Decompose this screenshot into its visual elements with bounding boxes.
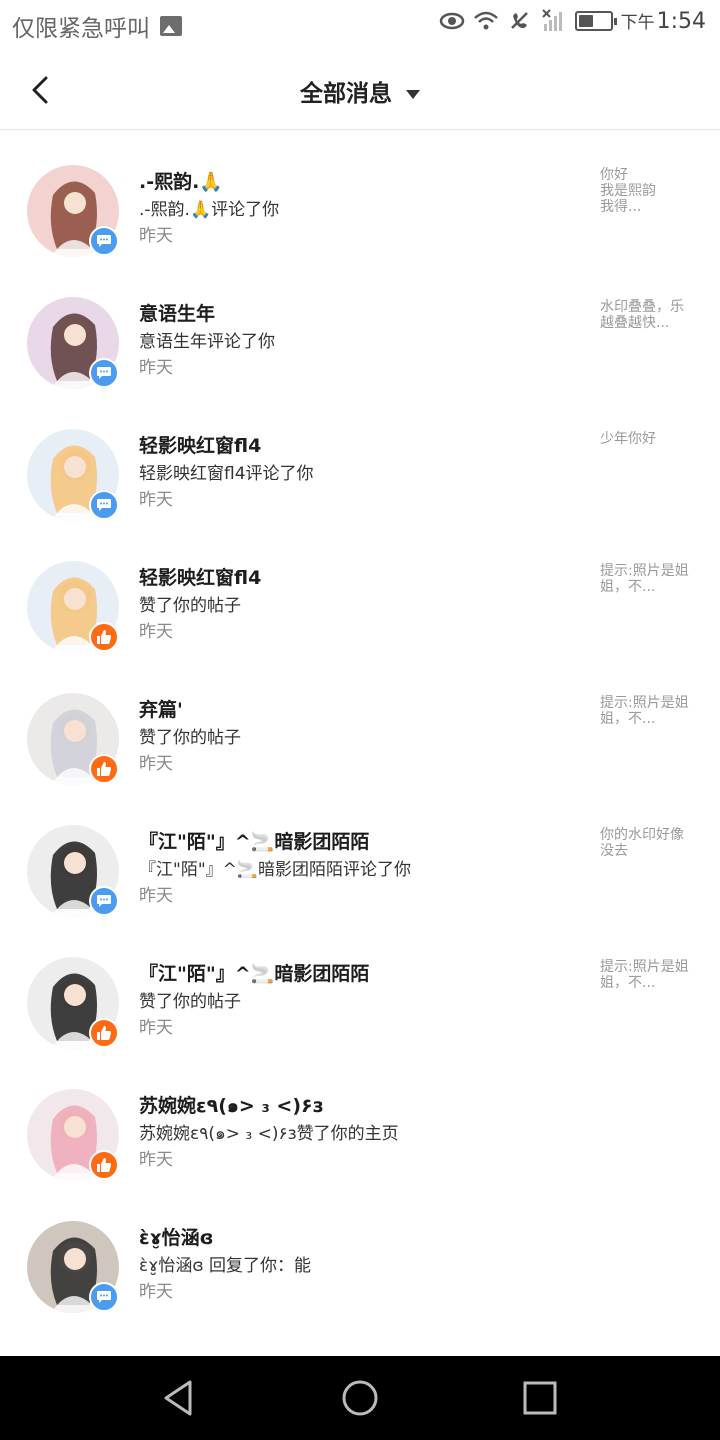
call-disabled-icon xyxy=(510,12,528,29)
sender-name[interactable]: ɛ̀ɤ̮怡涵ɞ xyxy=(139,1223,214,1250)
message-action-text: 苏婉婉ε٩(๑> ₃ <)۶з赞了你的主页 xyxy=(139,1124,399,1144)
message-item[interactable]: ɛ̀ɤ̮怡涵ɞ ɛ̀ɤ̮怡涵ɞ 回复了你：能 昨天 xyxy=(0,1187,720,1319)
message-action-text: ɛ̀ɤ̮怡涵ɞ 回复了你：能 xyxy=(139,1256,312,1276)
top-bar: 全部消息 xyxy=(0,50,720,130)
comment-icon xyxy=(89,490,119,520)
message-time: 昨天 xyxy=(139,622,173,642)
image-notification-icon xyxy=(160,16,182,36)
message-item[interactable]: 苏婉婉ε٩(๑> ₃ <)۶з 苏婉婉ε٩(๑> ₃ <)۶з赞了你的主页 昨天 xyxy=(0,1055,720,1187)
clock-ampm: 下午 xyxy=(620,13,655,33)
sender-name[interactable]: 弃篇' xyxy=(139,695,183,722)
message-time: 昨天 xyxy=(139,886,173,906)
comment-icon xyxy=(89,1282,119,1312)
message-time: 昨天 xyxy=(139,358,173,378)
post-preview-text[interactable]: 提示:照片是姐 姐，不... xyxy=(600,695,700,727)
thumbs-up-icon xyxy=(89,1150,119,1180)
post-preview-text[interactable]: 水印叠叠，乐 越叠越快... xyxy=(600,299,700,331)
message-item[interactable]: 『江"陌"』^🚬暗影团陌陌『江"陌"』^🚬暗影团陌陌评论了你 昨天 你的水印好像 没… xyxy=(0,791,720,923)
message-action-text: 意语生年评论了你 xyxy=(139,332,275,352)
message-time: 昨天 xyxy=(139,1150,173,1170)
sender-name[interactable]: 轻影映红窗fl4 xyxy=(139,563,261,590)
status-right: 下午1:54 xyxy=(439,8,706,34)
clock: 下午1:54 xyxy=(621,8,706,34)
message-time: 昨天 xyxy=(139,1282,173,1302)
sender-name[interactable]: 意语生年 xyxy=(139,299,215,326)
recents-square-icon[interactable] xyxy=(520,1378,560,1418)
sender-name[interactable]: 轻影映红窗fl4 xyxy=(139,431,261,458)
message-item[interactable]: 轻影映红窗fl4 赞了你的帖子 昨天 提示:照片是姐 姐，不... xyxy=(0,527,720,659)
message-action-text: 赞了你的帖子 xyxy=(139,596,241,616)
message-action-text: 轻影映红窗fl4评论了你 xyxy=(139,464,314,484)
post-preview-text[interactable]: 你的水印好像 没去 xyxy=(600,827,700,859)
page-title: 全部消息 xyxy=(300,81,392,107)
home-circle-icon[interactable] xyxy=(340,1378,380,1418)
wifi-icon xyxy=(473,11,498,30)
comment-icon xyxy=(89,886,119,916)
message-list: .-熙韵.🙏 .-熙韵.🙏评论了你 昨天 你好 我是熙韵 我得... 意语生年意语生年评… xyxy=(0,131,720,1319)
emergency-calls-text: 仅限紧急呼叫 xyxy=(12,16,150,42)
message-action-text: 『江"陌"』^🚬暗影团陌陌评论了你 xyxy=(139,860,412,880)
comment-icon xyxy=(89,358,119,388)
message-action-text: 赞了你的帖子 xyxy=(139,728,241,748)
message-time: 昨天 xyxy=(139,754,173,774)
no-signal-icon xyxy=(541,9,562,31)
sender-name[interactable]: 『江"陌"』^🚬暗影团陌陌 xyxy=(139,959,369,986)
post-preview-text[interactable]: 提示:照片是姐 姐，不... xyxy=(600,959,700,991)
message-item[interactable]: 弃篇' 赞了你的帖子 昨天 提示:照片是姐 姐，不... xyxy=(0,659,720,791)
thumbs-up-icon xyxy=(89,622,119,652)
message-action-text: .-熙韵.🙏评论了你 xyxy=(139,200,280,220)
message-item[interactable]: 意语生年意语生年评论了你 昨天 水印叠叠，乐 越叠越快... xyxy=(0,263,720,395)
post-preview-text[interactable]: 少年你好 xyxy=(600,431,700,447)
message-filter-dropdown[interactable]: 全部消息 xyxy=(0,74,720,108)
message-time: 昨天 xyxy=(139,226,173,246)
thumbs-up-icon xyxy=(89,1018,119,1048)
post-preview-text[interactable]: 提示:照片是姐 姐，不... xyxy=(600,563,700,595)
message-time: 昨天 xyxy=(139,1018,173,1038)
comment-icon xyxy=(89,226,119,256)
sender-name[interactable]: .-熙韵.🙏 xyxy=(139,167,223,194)
sender-name[interactable]: 『江"陌"』^🚬暗影团陌陌 xyxy=(139,827,369,854)
thumbs-up-icon xyxy=(89,754,119,784)
back-triangle-icon[interactable] xyxy=(160,1378,200,1418)
clock-time: 1:54 xyxy=(656,9,706,34)
battery-icon xyxy=(574,11,617,31)
caret-down-icon xyxy=(406,90,420,99)
eye-icon xyxy=(439,12,464,30)
navigation-bar xyxy=(0,1356,720,1440)
message-time: 昨天 xyxy=(139,490,173,510)
post-preview-text[interactable]: 你好 我是熙韵 我得... xyxy=(600,167,700,215)
message-item[interactable]: 轻影映红窗fl4 轻影映红窗fl4评论了你 昨天 少年你好 xyxy=(0,395,720,527)
status-left: 仅限紧急呼叫 xyxy=(12,9,182,43)
message-item[interactable]: 『江"陌"』^🚬暗影团陌陌赞了你的帖子 昨天 提示:照片是姐 姐，不... xyxy=(0,923,720,1055)
status-bar: 仅限紧急呼叫 下午1:54 xyxy=(0,0,720,50)
sender-name[interactable]: 苏婉婉ε٩(๑> ₃ <)۶з xyxy=(139,1091,324,1121)
message-item[interactable]: .-熙韵.🙏 .-熙韵.🙏评论了你 昨天 你好 我是熙韵 我得... xyxy=(0,131,720,263)
message-action-text: 赞了你的帖子 xyxy=(139,992,241,1012)
